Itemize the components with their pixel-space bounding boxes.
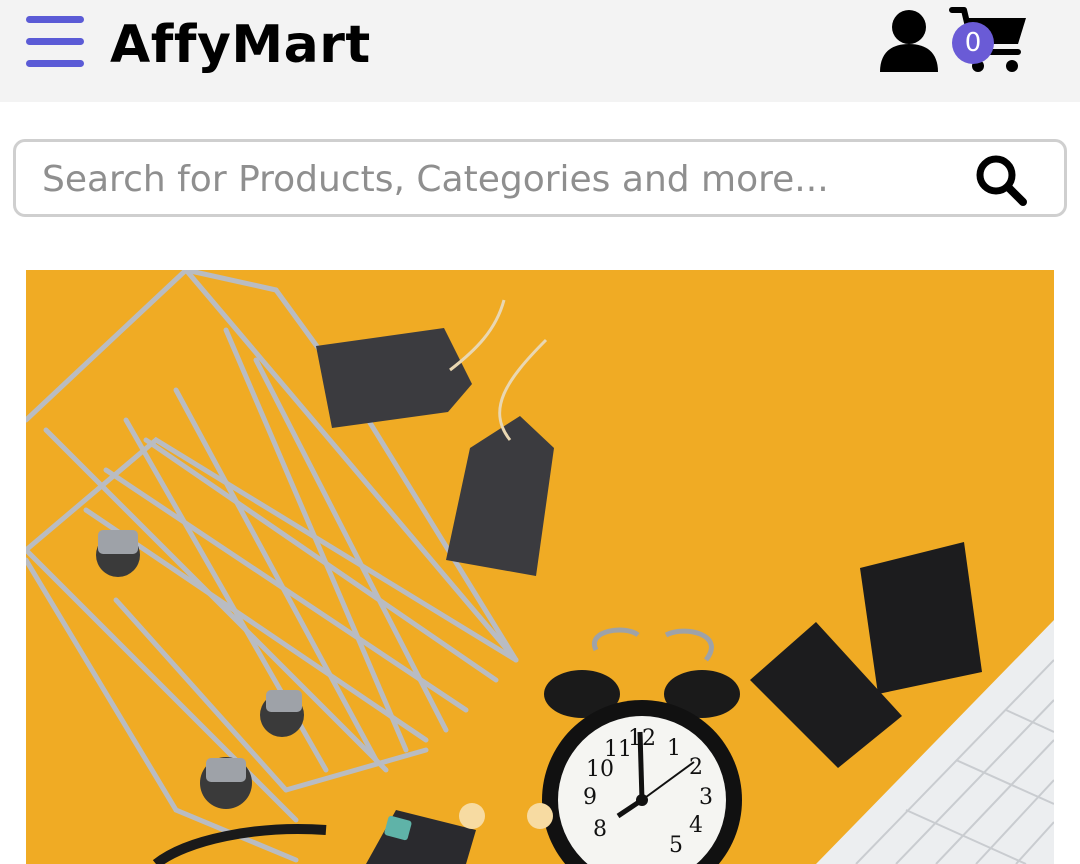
clock-number: 5 — [669, 833, 683, 858]
clock-number: 11 — [604, 737, 632, 762]
menu-line — [26, 38, 84, 45]
clock-number: 4 — [689, 813, 703, 838]
cart-count-badge: 0 — [952, 22, 994, 64]
menu-line — [26, 60, 84, 67]
top-app-bar: AffyMart 0 — [0, 0, 1080, 102]
carousel-dot-1[interactable] — [459, 803, 485, 829]
search-input[interactable] — [42, 152, 942, 206]
hamburger-menu-icon[interactable] — [26, 16, 84, 68]
user-account-icon[interactable] — [878, 8, 940, 74]
search-icon[interactable] — [972, 152, 1032, 210]
brand-logo-text[interactable]: AffyMart — [110, 14, 371, 76]
promo-banner-image: 12 1 2 3 4 5 8 9 10 11 — [26, 270, 1054, 864]
clock-number: 9 — [583, 785, 597, 810]
clock-number: 8 — [593, 817, 607, 842]
shopping-cart-button[interactable]: 0 — [948, 6, 1028, 76]
carousel-dot-2[interactable] — [527, 803, 553, 829]
promo-carousel-slide[interactable]: 12 1 2 3 4 5 8 9 10 11 — [26, 270, 1054, 864]
clock-number: 3 — [699, 785, 713, 810]
clock-number: 12 — [628, 726, 656, 751]
clock-number: 2 — [689, 755, 703, 780]
menu-line — [26, 16, 84, 23]
clock-number: 1 — [667, 736, 681, 761]
search-bar — [13, 139, 1067, 217]
